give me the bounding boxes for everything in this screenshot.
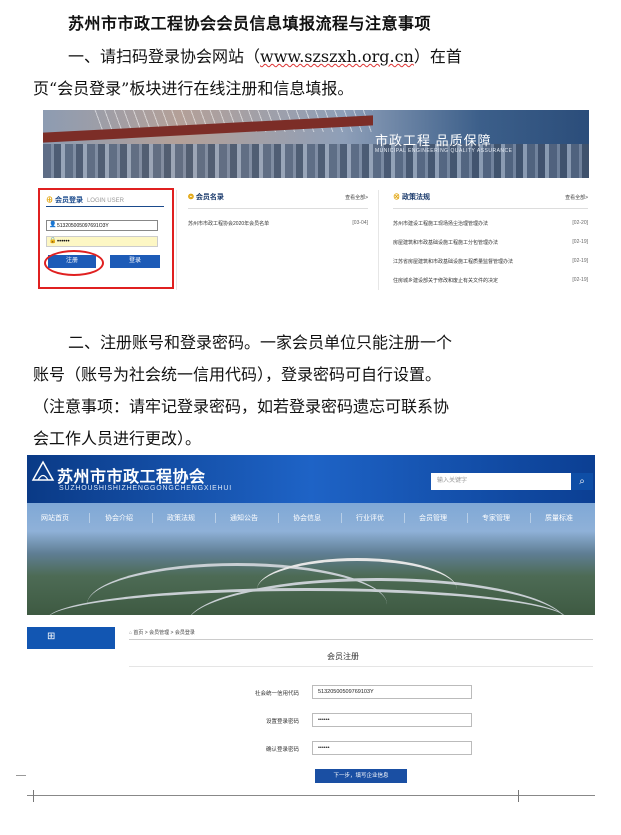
set-password-label: 设置登录密码 xyxy=(265,719,299,725)
nav-separator xyxy=(467,513,468,523)
confirm-password-input[interactable]: •••••• xyxy=(312,741,472,755)
credit-code-input[interactable]: 51320500509769103Y xyxy=(312,685,472,699)
nav-separator xyxy=(530,513,531,523)
site-name: 苏州市市政工程协会 xyxy=(57,469,206,486)
website-url[interactable]: www.szszxh.org.cn xyxy=(260,47,414,66)
nav-item-about[interactable]: 协会介绍 xyxy=(105,513,133,523)
set-password-input[interactable]: •••••• xyxy=(312,713,472,727)
list-item-text: 房屋建筑和市政基础设施工程施工分包管理办法 xyxy=(393,240,499,246)
nav-separator xyxy=(215,513,216,523)
paragraph-2-line-2: 账号（账号为社会统一信用代码），登录密码可自行设置。 xyxy=(33,365,442,384)
paragraph-1-line-2: 页“会员登录”板块进行在线注册和信息填报。 xyxy=(33,79,354,98)
site-banner: 市政工程 品质保障 MUNICIPAL ENGINEERING QUALITY … xyxy=(43,110,589,178)
site-header: 苏州市市政工程协会 SUZHOUSHISHIZHENGGONGCHENGXIEH… xyxy=(27,455,595,503)
banner-slogan: 市政工程 品质保障 xyxy=(375,133,492,148)
policy-more-link[interactable]: 查看全部> xyxy=(565,194,588,201)
lock-icon: 🔒 xyxy=(49,238,57,244)
p1-suffix: ）在首 xyxy=(413,47,462,66)
nav-separator xyxy=(152,513,153,523)
list-item-text: 苏州市建设工程施工现场扬尘治理管理办法 xyxy=(393,221,489,227)
members-divider xyxy=(188,208,368,209)
column-divider xyxy=(378,190,379,290)
list-item[interactable]: 江苏省房屋建筑和市政基础设施工程质量监督管理办法 [02-19] xyxy=(393,258,588,265)
login-heading-text: 会员登录 xyxy=(54,197,83,204)
breadcrumb: ⌂ 首页 > 会员管理 > 会员登录 xyxy=(129,629,195,636)
banner-slogan-en: MUNICIPAL ENGINEERING QUALITY ASSURANCE xyxy=(375,148,513,154)
nav-item-notices[interactable]: 通知公告 xyxy=(230,513,258,523)
member-directory-panel: ❂ 会员名录 查看全部> 苏州市市政工程协会2020年会员名单 [03-04] xyxy=(188,192,368,227)
page-corner-mark xyxy=(33,790,34,802)
list-item[interactable]: 苏州市市政工程协会2020年会员名单 [03-04] xyxy=(188,220,368,227)
members-more-link[interactable]: 查看全部> xyxy=(345,194,368,201)
list-item-text: 住房城乡建设部关于修改和废止有关文件的决定 xyxy=(393,278,499,284)
breadcrumb-text: 首页 > 会员管理 > 会员登录 xyxy=(133,630,195,636)
policy-heading-text: 政策法规 xyxy=(401,194,430,201)
nav-item-home[interactable]: 网站首页 xyxy=(41,513,69,523)
credit-code-label: 社会统一信用代码 xyxy=(254,691,299,697)
login-heading: ⊕ 会员登录 LOGIN USER xyxy=(46,195,124,205)
member-login-panel: ⊕ 会员登录 LOGIN USER 513205005097691O3Y 👤 ••… xyxy=(38,188,174,289)
paragraph-2-line-4: 会工作人员进行更改）。 xyxy=(33,429,202,448)
nav-separator xyxy=(89,513,90,523)
password-input[interactable]: •••••• xyxy=(46,236,158,247)
column-divider xyxy=(176,190,177,290)
breadcrumb-divider xyxy=(129,639,593,640)
site-pinyin: SUZHOUSHISHIZHENGGONGCHENGXIEHUI xyxy=(59,485,232,492)
nav-separator xyxy=(278,513,279,523)
website-screenshot-login: 市政工程 品质保障 MUNICIPAL ENGINEERING QUALITY … xyxy=(33,110,589,298)
list-item-date: [03-04] xyxy=(352,220,368,226)
list-item-date: [02-19] xyxy=(572,277,588,283)
login-heading-en: LOGIN USER xyxy=(86,198,124,204)
highlight-circle xyxy=(44,250,104,276)
list-item[interactable]: 住房城乡建设部关于修改和废止有关文件的决定 [02-19] xyxy=(393,277,588,284)
list-item[interactable]: 房屋建筑和市政基础设施工程施工分包管理办法 [02-19] xyxy=(393,239,588,246)
list-item-date: [02-19] xyxy=(572,258,588,264)
list-item-text: 苏州市市政工程协会2020年会员名单 xyxy=(188,221,270,227)
members-icon: ❂ xyxy=(188,194,194,201)
register-divider xyxy=(129,666,593,667)
confirm-password-label: 确认登录密码 xyxy=(265,747,299,753)
policy-heading: ⊗ 政策法规 xyxy=(393,192,588,202)
nav-item-info[interactable]: 协会信息 xyxy=(293,513,321,523)
next-step-button[interactable]: 下一步，填写企业信息 xyxy=(315,769,407,783)
nav-item-standards[interactable]: 质量标准 xyxy=(545,513,573,523)
page-corner-mark xyxy=(518,790,519,802)
nav-separator xyxy=(341,513,342,523)
user-icon: 👤 xyxy=(49,222,57,228)
sidebar-member-block: ⊞ xyxy=(27,627,115,649)
association-logo-icon xyxy=(31,460,55,481)
search-icon[interactable]: ⌕ xyxy=(571,473,593,490)
website-screenshot-register: 苏州市市政工程协会 SUZHOUSHISHIZHENGGONGCHENGXIEH… xyxy=(27,455,595,800)
members-heading: ❂ 会员名录 xyxy=(188,192,368,202)
paragraph-2-line-1: 二、注册账号和登录密码。一家会员单位只能注册一个 xyxy=(68,333,453,352)
paragraph-2-line-3: （注意事项：请牢记登录密码，如若登录密码遗忘可联系协 xyxy=(33,397,450,416)
username-input[interactable]: 513205005097691O3Y xyxy=(46,220,158,231)
member-icon: ⊞ xyxy=(47,631,56,642)
nav-item-experts[interactable]: 专家管理 xyxy=(482,513,510,523)
nav-item-awards[interactable]: 行业评优 xyxy=(356,513,384,523)
overpass-road xyxy=(257,558,457,615)
list-item[interactable]: 苏州市建设工程施工现场扬尘治理管理办法 [02-20] xyxy=(393,220,588,227)
nav-item-members[interactable]: 会员管理 xyxy=(419,513,447,523)
page-mark xyxy=(16,775,26,776)
login-divider xyxy=(46,206,164,207)
list-item-text: 江苏省房屋建筑和市政基础设施工程质量监督管理办法 xyxy=(393,259,514,265)
p1-prefix: 一、请扫码登录协会网站（ xyxy=(68,47,261,66)
login-icon: ⊕ xyxy=(46,197,53,204)
nav-separator xyxy=(404,513,405,523)
list-item-date: [02-20] xyxy=(572,220,588,226)
nav-item-policy[interactable]: 政策法规 xyxy=(167,513,195,523)
policy-icon: ⊗ xyxy=(393,194,400,201)
register-title: 会员注册 xyxy=(327,652,359,661)
paragraph-1-line-1: 一、请扫码登录协会网站（www.szszxh.org.cn）在首 xyxy=(68,40,462,74)
list-item-date: [02-19] xyxy=(572,239,588,245)
document-title: 苏州市市政工程协会会员信息填报流程与注意事项 xyxy=(68,14,432,33)
policy-panel: ⊗ 政策法规 查看全部> 苏州市建设工程施工现场扬尘治理管理办法 [02-20] … xyxy=(393,192,588,284)
login-button[interactable]: 登录 xyxy=(110,255,160,268)
policy-divider xyxy=(393,208,588,209)
members-heading-text: 会员名录 xyxy=(195,194,224,201)
home-icon: ⌂ xyxy=(129,630,133,636)
page-bottom-rule xyxy=(27,795,595,796)
search-input[interactable]: 输入关键字 xyxy=(431,473,571,490)
